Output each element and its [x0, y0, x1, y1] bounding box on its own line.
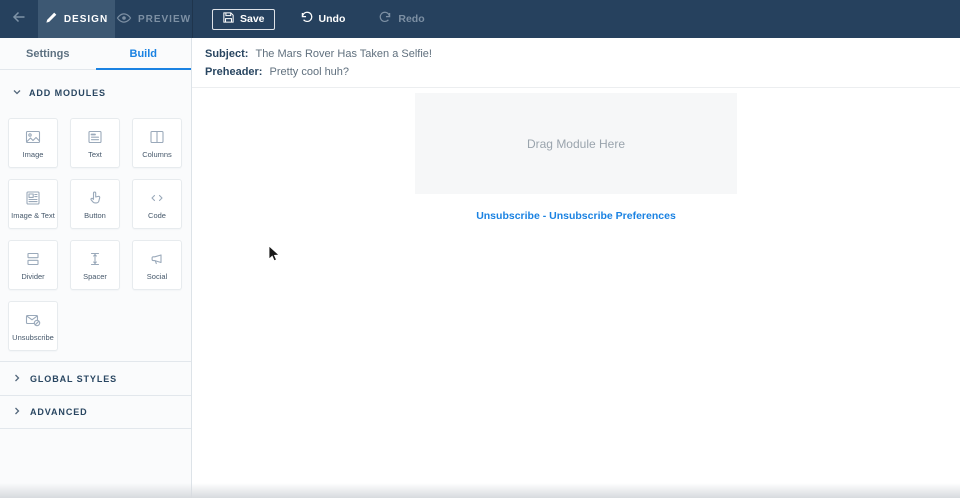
save-label: Save [240, 13, 265, 25]
global-styles-title: GLOBAL STYLES [30, 373, 118, 384]
module-tile-code[interactable]: Code [132, 179, 182, 229]
eye-icon [116, 10, 132, 29]
image-icon [24, 127, 42, 146]
module-tile-label: Social [146, 272, 168, 281]
code-icon [148, 188, 166, 207]
tab-build-label: Build [129, 47, 158, 60]
button-icon [86, 188, 104, 207]
undo-button[interactable]: Undo [299, 10, 346, 28]
add-modules-header[interactable]: ADD MODULES [0, 70, 191, 114]
unsubscribe-link[interactable]: Unsubscribe [476, 210, 540, 222]
image-text-icon [24, 188, 42, 207]
link-separator: - [539, 210, 550, 222]
spacer-icon [86, 249, 104, 268]
redo-icon [378, 10, 393, 28]
unsubscribe-links: Unsubscribe - Unsubscribe Preferences [192, 210, 960, 222]
modules-grid: Image Text Columns Image & Text Button Code Di… [0, 118, 191, 351]
module-tile-label: Spacer [83, 272, 107, 281]
subject-row: Subject: The Mars Rover Has Taken a Self… [205, 47, 960, 62]
dropzone-text: Drag Module Here [526, 136, 626, 151]
tab-design[interactable]: DESIGN [38, 0, 115, 38]
preheader-label: Preheader: [205, 66, 263, 78]
sidebar-sections: GLOBAL STYLES ADVANCED [0, 361, 191, 429]
module-dropzone[interactable]: Drag Module Here [415, 93, 737, 194]
undo-label: Undo [318, 13, 346, 25]
module-tile-label: Divider [21, 272, 45, 281]
columns-icon [148, 127, 166, 146]
section-advanced[interactable]: ADVANCED [0, 395, 191, 429]
email-meta-bar: Subject: The Mars Rover Has Taken a Self… [192, 38, 960, 88]
pencil-icon [45, 11, 58, 27]
subject-label: Subject: [205, 48, 249, 60]
tab-preview-label: PREVIEW [137, 13, 192, 25]
subject-value: The Mars Rover Has Taken a Selfie! [255, 48, 432, 60]
module-tile-label: Image [22, 150, 44, 159]
unsubscribe-preferences-link[interactable]: Unsubscribe Preferences [549, 210, 676, 222]
sidebar: Settings Build ADD MODULES Image Text Colu… [0, 38, 192, 498]
text-icon [86, 127, 104, 146]
chevron-right-icon [12, 403, 22, 421]
advanced-title: ADVANCED [30, 407, 88, 417]
redo-label: Redo [398, 13, 425, 25]
bottom-fade [0, 483, 960, 498]
redo-button[interactable]: Redo [378, 10, 425, 28]
module-tile-unsubscribe[interactable]: Unsubscribe [8, 301, 58, 351]
module-tile-label: Code [148, 211, 166, 220]
add-modules-title: ADD MODULES [29, 88, 106, 98]
topbar: DESIGN PREVIEW Save Undo Redo [0, 0, 960, 38]
email-canvas-area: Subject: The Mars Rover Has Taken a Self… [192, 38, 960, 498]
back-button[interactable] [0, 0, 38, 38]
module-tile-label: Text [88, 150, 102, 159]
save-button[interactable]: Save [212, 8, 275, 30]
tab-design-label: DESIGN [63, 13, 109, 25]
chevron-right-icon [12, 370, 22, 388]
module-tile-button[interactable]: Button [70, 179, 120, 229]
module-tile-label: Image & Text [11, 211, 55, 220]
unsubscribe-icon [24, 310, 42, 329]
divider-icon [24, 249, 42, 268]
sidebar-tabs: Settings Build [0, 38, 191, 70]
module-tile-label: Unsubscribe [12, 333, 54, 342]
preheader-row: Preheader: Pretty cool huh? [205, 65, 960, 80]
module-tile-columns[interactable]: Columns [132, 118, 182, 168]
chevron-down-icon [12, 84, 22, 102]
module-tile-image[interactable]: Image [8, 118, 58, 168]
social-icon [148, 249, 166, 268]
module-tile-image-text[interactable]: Image & Text [8, 179, 58, 229]
tab-settings[interactable]: Settings [0, 38, 96, 69]
email-editor: DESIGN PREVIEW Save Undo Redo Settings B… [0, 0, 960, 498]
tab-settings-label: Settings [26, 47, 70, 60]
active-tab-underline [95, 68, 191, 70]
module-tile-spacer[interactable]: Spacer [70, 240, 120, 290]
module-tile-social[interactable]: Social [132, 240, 182, 290]
module-tile-label: Columns [142, 150, 172, 159]
module-tile-divider[interactable]: Divider [8, 240, 58, 290]
tab-build[interactable]: Build [95, 38, 191, 70]
undo-icon [299, 10, 314, 28]
module-tile-label: Button [84, 211, 106, 220]
section-global-styles[interactable]: GLOBAL STYLES [0, 361, 191, 395]
floppy-icon [222, 11, 235, 27]
tab-preview[interactable]: PREVIEW [115, 0, 193, 38]
preheader-value: Pretty cool huh? [269, 66, 350, 78]
module-tile-text[interactable]: Text [70, 118, 120, 168]
arrow-left-icon [11, 9, 27, 30]
